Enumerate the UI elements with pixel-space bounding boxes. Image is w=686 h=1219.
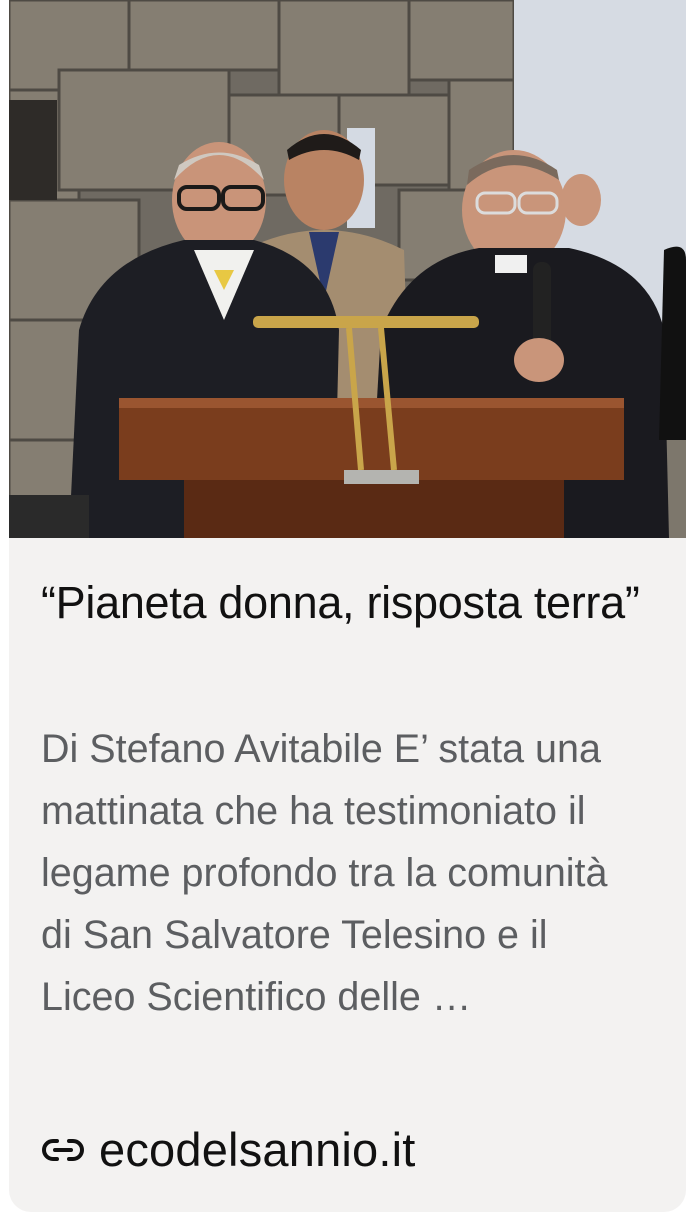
link-icon — [41, 1128, 85, 1172]
source-link[interactable]: ecodelsannio.it — [41, 1118, 416, 1182]
news-card[interactable]: “Pianeta donna, risposta terra” Di Stefa… — [9, 0, 686, 1212]
article-photo[interactable] — [9, 0, 686, 538]
article-snippet: Di Stefano Avitabile E’ stata una mattin… — [41, 727, 608, 1019]
photo-illustration — [9, 0, 686, 538]
article-headline[interactable]: “Pianeta donna, risposta terra” — [41, 572, 661, 634]
source-domain[interactable]: ecodelsannio.it — [99, 1118, 416, 1182]
